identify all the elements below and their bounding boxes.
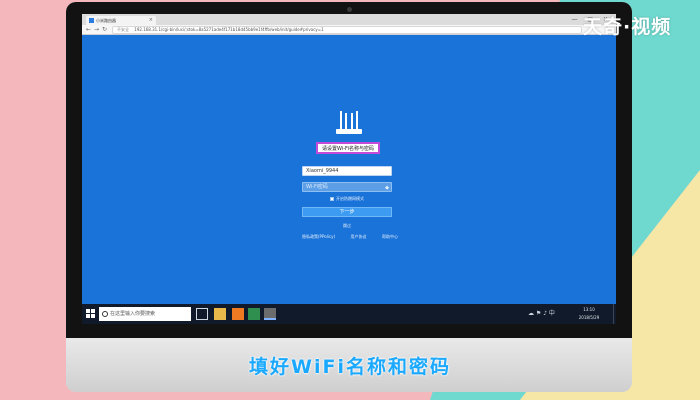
clock-time: 13:10 [583,307,595,312]
help-center-link[interactable]: 帮助中心 [382,234,398,240]
show-desktop-button[interactable] [613,304,616,324]
cortana-icon [102,311,108,317]
video-caption: 填好WiFi名称和密码 [249,356,451,378]
taskbar-search-input[interactable]: 在这里输入你要搜索 [99,307,191,321]
footer-links: 隐私政策(PPolicy) 用户协议 帮助中心 [302,234,398,240]
task-view-icon[interactable] [196,308,208,320]
back-icon[interactable]: ← [86,25,91,35]
router-favicon-icon [89,18,94,23]
search-placeholder: 在这里输入你要搜索 [110,311,156,317]
wifi-password-placeholder: Wi-Fi密码 [306,184,328,190]
browser-tab[interactable]: 小米路由器 × [86,16,156,25]
privacy-policy-link[interactable]: 隐私政策(PPolicy) [302,234,335,240]
address-bar: ← → ↻ 不安全 192.168.31.1/cgi-bin/luci/;sto… [82,25,616,35]
forward-icon[interactable]: → [94,25,99,35]
checkbox-label: 开启防蹭网模式 [336,196,364,201]
wifi-name-input[interactable]: Xiaomi_9944 [302,166,392,176]
anti-rub-checkbox-row[interactable]: 开启防蹭网模式 [330,195,364,202]
screen: 小米路由器 × — ▢ ✕ ← → ↻ 不安全 192.168.31.1/cgi… [82,14,616,324]
file-explorer-icon[interactable] [214,308,226,320]
next-button[interactable]: 下一步 [302,207,392,217]
page-title: 请设置Wi-Fi名称与密码 [322,145,374,152]
taskbar-clock[interactable]: 13:10 2018/5/29 [574,306,604,322]
anti-rub-checkbox[interactable] [330,197,334,201]
skip-link[interactable]: 跳过 [339,223,355,229]
watermark-logo: 天奇·视频 [583,16,672,38]
webcam-dot [347,7,352,12]
app-icon-green[interactable] [248,308,260,320]
system-tray[interactable]: ☁ ⚑ ♪ 中 [528,309,555,319]
browser-tab-bar: 小米路由器 × — ▢ ✕ [82,14,616,25]
show-password-icon[interactable]: ◆ [385,184,389,192]
url-text: 192.168.31.1/cgi-bin/luci/;stok=8a5271ad… [134,27,324,32]
reload-icon[interactable]: ↻ [102,25,107,35]
user-agreement-link[interactable]: 用户协议 [351,234,367,240]
page-title-highlight: 请设置Wi-Fi名称与密码 [316,142,380,154]
wifi-password-input[interactable]: Wi-Fi密码 ◆ [302,182,392,192]
router-icon [336,111,362,134]
windows-start-icon[interactable] [86,309,95,318]
browser-taskbar-icon[interactable] [264,308,276,320]
url-input[interactable]: 不安全 192.168.31.1/cgi-bin/luci/;stok=8a52… [112,26,582,34]
tab-title: 小米路由器 [96,18,116,23]
app-icon-orange[interactable] [232,308,244,320]
insecure-label: 不安全 [117,27,129,32]
clock-date: 2018/5/29 [578,315,600,320]
tab-close-icon[interactable]: × [149,16,153,25]
taskbar: 在这里输入你要搜索 ☁ ⚑ ♪ 中 13:10 2018/5/29 [82,304,616,324]
